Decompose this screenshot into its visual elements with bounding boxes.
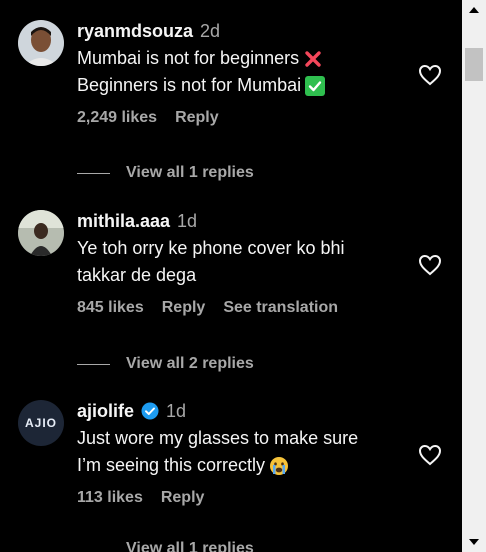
comment-line: Ye toh orry ke phone cover ko bhi xyxy=(77,238,345,258)
username[interactable]: ryanmdsouza xyxy=(77,20,193,42)
reply-button[interactable]: Reply xyxy=(161,489,205,507)
timestamp: 1d xyxy=(177,211,198,231)
view-replies-label: View all 1 replies xyxy=(126,164,254,181)
check-mark-icon xyxy=(305,76,326,97)
likes-count[interactable]: 845 likes xyxy=(77,299,144,317)
heart-outline-icon[interactable] xyxy=(418,64,442,86)
timestamp: 1d xyxy=(166,401,187,421)
scroll-up-icon[interactable] xyxy=(462,0,486,20)
avatar[interactable]: AJIO xyxy=(18,400,64,446)
comment-line: takkar de dega xyxy=(77,265,197,285)
view-replies-button[interactable]: View all 2 replies xyxy=(77,355,254,373)
avatar[interactable] xyxy=(18,210,64,256)
verified-badge-icon xyxy=(141,402,159,420)
timestamp: 2d xyxy=(200,21,221,41)
view-replies-button[interactable]: View all 1 replies xyxy=(77,164,254,182)
heart-outline-icon[interactable] xyxy=(418,254,442,276)
heart-outline-icon[interactable] xyxy=(418,444,442,466)
comment-text: Just wore my glasses to make sure I’m se… xyxy=(77,425,397,479)
comment-text: Ye toh orry ke phone cover ko bhi takkar… xyxy=(77,235,397,289)
cross-mark-icon xyxy=(303,49,323,69)
scrollbar-thumb[interactable] xyxy=(465,48,483,81)
scroll-down-icon[interactable] xyxy=(462,532,486,552)
comment-line: Mumbai is not for beginners xyxy=(77,48,300,68)
comment-text: Mumbai is not for beginners Beginners is… xyxy=(77,45,397,99)
reply-button[interactable]: Reply xyxy=(162,299,206,317)
view-replies-label: View all 2 replies xyxy=(126,355,254,372)
crying-face-icon xyxy=(269,456,289,476)
username[interactable]: mithila.aaa xyxy=(77,210,170,232)
see-translation-button[interactable]: See translation xyxy=(223,299,338,317)
likes-count[interactable]: 2,249 likes xyxy=(77,109,157,127)
username[interactable]: ajiolife xyxy=(77,400,134,422)
comment-feed: ryanmdsouza 2d Mumbai is not for beginne… xyxy=(0,0,462,552)
brand-logo-text: AJIO xyxy=(24,416,57,430)
view-replies-button[interactable]: View all 1 replies xyxy=(126,540,254,552)
view-replies-label: View all 1 replies xyxy=(126,540,254,552)
reply-button[interactable]: Reply xyxy=(175,109,219,127)
comment-line: I’m seeing this correctly xyxy=(77,455,266,475)
comment-line: Beginners is not for Mumbai xyxy=(77,75,302,95)
avatar[interactable] xyxy=(18,20,64,66)
likes-count[interactable]: 113 likes xyxy=(77,489,143,507)
scrollbar[interactable] xyxy=(462,0,486,552)
comment-line: Just wore my glasses to make sure xyxy=(77,428,359,448)
divider xyxy=(77,172,110,174)
divider xyxy=(77,363,110,365)
